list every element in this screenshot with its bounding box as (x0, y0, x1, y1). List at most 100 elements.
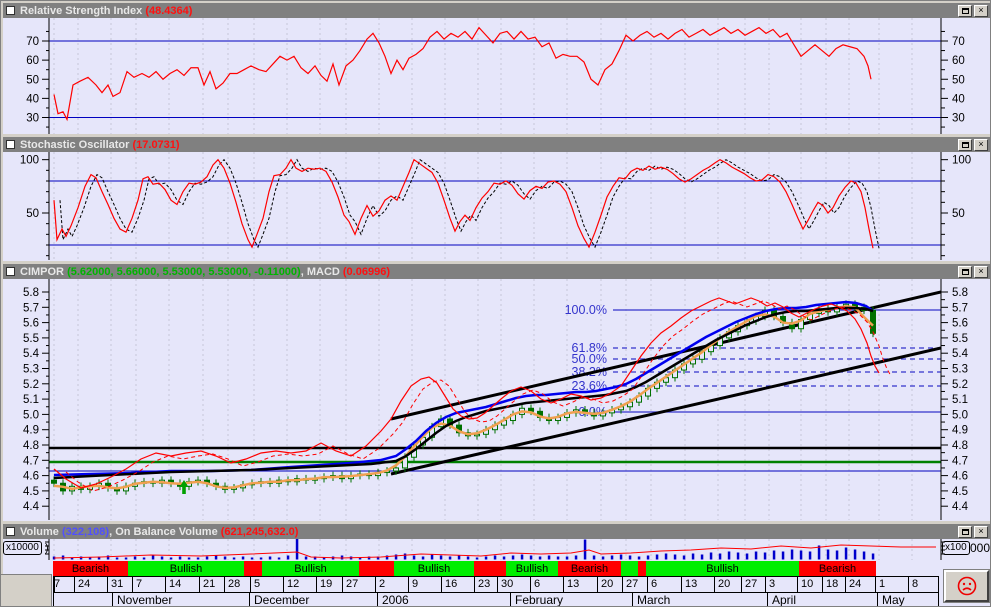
volume-bar (152, 556, 155, 560)
volume-bar (827, 550, 830, 560)
volume-bar (773, 551, 776, 560)
volume-bar (737, 553, 740, 560)
y-axis-label-right: 4.9 (952, 425, 968, 437)
volume-bar (548, 556, 551, 560)
y-axis-label-right: 30 (952, 113, 965, 125)
volume-bar (539, 557, 542, 560)
volume-bar (638, 557, 641, 560)
volume-bar (791, 550, 794, 560)
volume-bar (269, 557, 272, 560)
volume-bar (278, 558, 281, 560)
volume-bar (647, 556, 650, 560)
volume-bar (404, 554, 407, 560)
volume-bar (854, 550, 857, 560)
y-axis-label-right: 4.4 (952, 501, 969, 513)
volume-bar (224, 557, 227, 560)
stochastic-series-group (54, 160, 879, 249)
volume-bar (584, 540, 587, 560)
volume-bar (206, 557, 209, 560)
y-axis-label-right: 5.8 (952, 287, 968, 299)
volume-bar (593, 556, 596, 560)
fib-level-label: 50.0% (572, 352, 607, 366)
volume-bar (242, 557, 245, 560)
volume-bar (260, 558, 263, 560)
volume-bar (467, 557, 470, 560)
volume-bar (89, 558, 92, 560)
y-axis-label-left: 4.5 (23, 486, 39, 498)
volume-bar (557, 557, 560, 560)
volume-bar (611, 556, 614, 560)
volume-bar (782, 552, 785, 560)
volume-bar (305, 557, 308, 560)
volume-bar (458, 556, 461, 560)
volume-bar (701, 555, 704, 560)
volume-bar (755, 552, 758, 560)
volume-bar (503, 557, 506, 560)
volume-bar (566, 557, 569, 560)
y-axis-label-left: 4.4 (23, 501, 40, 513)
volume-bar (845, 548, 848, 560)
volume-bar (215, 556, 218, 560)
trendline (391, 348, 941, 474)
volume-bar (296, 538, 299, 560)
y-axis-label-left: 5.4 (23, 348, 40, 360)
volume-bar (575, 556, 578, 560)
y-axis-label-left: 100 (20, 155, 39, 167)
volume-bar (116, 558, 119, 560)
y-axis-label-left: 50 (26, 74, 39, 86)
volume-bar (440, 556, 443, 560)
candle-body (52, 480, 57, 483)
volume-bar (251, 558, 254, 560)
volume-bar (188, 558, 191, 560)
y-axis-label-left: 5.3 (23, 364, 39, 376)
y-axis-label-right: 4.8 (952, 440, 968, 452)
y-axis-label-right: 100 (952, 155, 971, 167)
volume-bar (125, 558, 128, 560)
y-axis-label-left: 30 (26, 113, 39, 125)
volume-bar (134, 557, 137, 560)
y-axis-label-right: 40 (952, 93, 965, 105)
volume-bar (413, 556, 416, 560)
volume-bar (521, 555, 524, 560)
fib-level-label: 100.0% (565, 303, 607, 317)
volume-bar (449, 557, 452, 560)
volume-bar (863, 552, 866, 560)
volume-bar (170, 558, 173, 560)
volume-bar (683, 556, 686, 560)
y-axis-label-right: 5.2 (952, 379, 968, 391)
candle-body (871, 310, 876, 333)
y-axis-label-left: 5.7 (23, 302, 39, 314)
volume-bar (602, 557, 605, 560)
y-axis-label-right: 5.6 (952, 318, 968, 330)
chart-window: Relative Strength Index (48.4364) × Stoc… (0, 0, 991, 607)
y-axis-label-left: 60 (26, 55, 39, 67)
volume-bar (836, 551, 839, 560)
y-axis-label-right: 5.5 (952, 333, 968, 345)
volume-bar (620, 555, 623, 560)
stochastic-k-line (54, 160, 873, 249)
y-axis-label-left: 70 (26, 36, 39, 48)
volume-bar (746, 554, 749, 560)
y-axis-label-left: 5.1 (23, 394, 39, 406)
y-axis-label-left: 5.2 (23, 379, 39, 391)
volume-bar (197, 558, 200, 560)
charts-canvas: 303040405050606070705050100100100.0%61.8… (1, 1, 991, 607)
y-axis-label-right: 50 (952, 208, 965, 220)
y-axis-label-left: 40 (26, 93, 39, 105)
volume-bar (494, 556, 497, 560)
volume-bar (674, 555, 677, 560)
volume-series-group (53, 538, 936, 560)
volume-bar (233, 558, 236, 560)
y-axis-label-right: 50 (952, 74, 965, 86)
stochastic-d-line (60, 160, 879, 249)
candle-body (394, 468, 399, 471)
volume-bar (287, 556, 290, 560)
y-axis-label-left: 5.6 (23, 318, 39, 330)
volume-bar (665, 554, 668, 560)
volume-bar (530, 556, 533, 560)
volume-bar (485, 557, 488, 560)
y-axis-label-left: 4.8 (23, 440, 39, 452)
y-axis-label-right: 4.7 (952, 455, 968, 467)
volume-bar (809, 552, 812, 560)
candle-body (529, 408, 534, 411)
